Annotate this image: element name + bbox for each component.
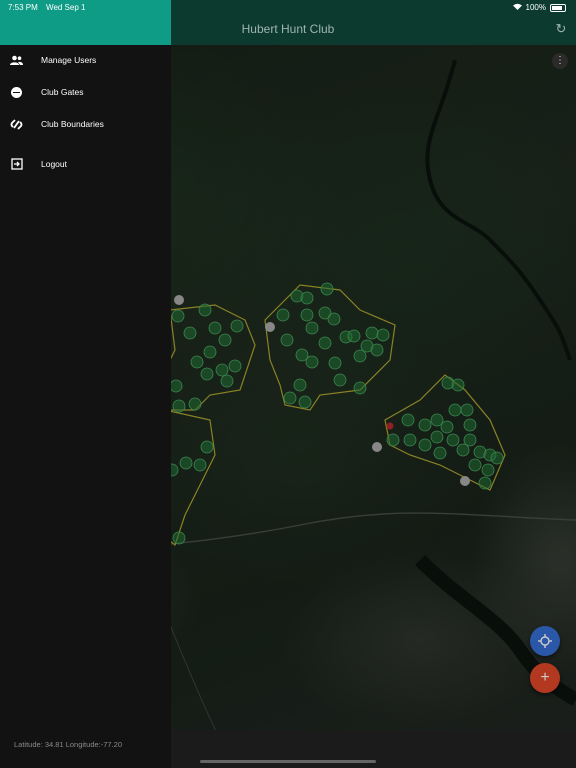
menu-item-label: Manage Users (41, 55, 97, 65)
home-indicator[interactable] (200, 760, 376, 763)
menu-item-label: Club Boundaries (41, 119, 104, 129)
drawer-scrim[interactable] (171, 45, 576, 768)
menu-item-club-gates[interactable]: Club Gates (0, 80, 171, 104)
my-location-button[interactable] (530, 626, 560, 656)
crosshair-icon (538, 634, 552, 648)
more-options-icon[interactable]: ⋮ (552, 53, 568, 69)
users-icon (10, 54, 23, 67)
gate-icon (10, 86, 23, 99)
battery-icon (550, 3, 566, 12)
battery-percent: 100% (525, 3, 546, 12)
add-button[interactable]: + (530, 663, 560, 693)
boundary-icon (10, 118, 23, 131)
navigation-drawer: Manage Users Club Gates Club Boundaries … (0, 0, 171, 768)
plus-icon: + (540, 669, 550, 686)
menu-item-club-boundaries[interactable]: Club Boundaries (0, 112, 171, 136)
menu-item-logout[interactable]: Logout (0, 152, 171, 176)
status-date: Wed Sep 1 (46, 3, 86, 12)
coordinates-readout: Latitude: 34.81 Longitude:-77.20 (14, 740, 123, 749)
logout-icon (10, 158, 23, 171)
status-bar: 7:53 PM Wed Sep 1 100% (0, 0, 576, 14)
status-time: 7:53 PM (8, 3, 38, 12)
wifi-icon (512, 3, 522, 12)
menu-item-label: Club Gates (41, 87, 84, 97)
menu-item-manage-users[interactable]: Manage Users (0, 48, 171, 72)
refresh-icon[interactable]: ↻ (554, 22, 568, 36)
menu-item-label: Logout (41, 159, 67, 169)
